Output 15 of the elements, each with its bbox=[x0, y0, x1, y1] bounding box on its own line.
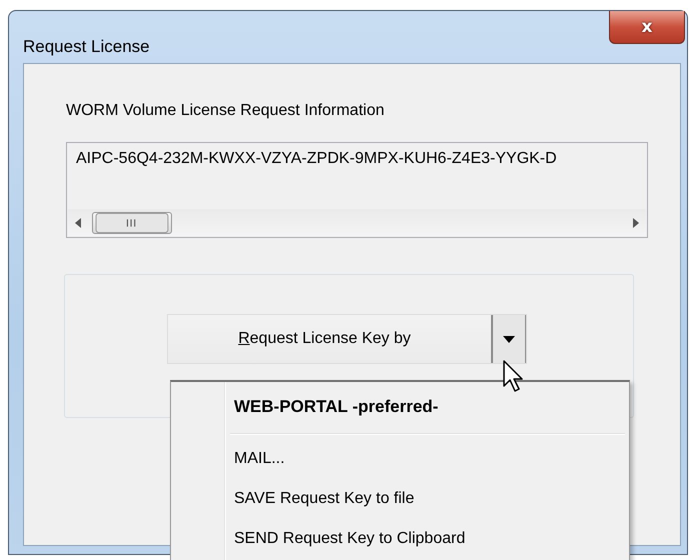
split-button[interactable]: Request License Key by bbox=[167, 314, 527, 364]
scroll-right-icon[interactable] bbox=[632, 218, 640, 228]
request-key-field[interactable]: AIPC-56Q4-232M-KWXX-VZYA-ZPDK-9MPX-KUH6-Z4E3-YYGK-D bbox=[66, 142, 648, 238]
menu-item[interactable]: WEB-PORTAL -preferred- bbox=[174, 384, 625, 430]
scroll-thumb[interactable] bbox=[92, 212, 172, 234]
window-title: Request License bbox=[23, 37, 150, 57]
mouse-cursor-icon bbox=[503, 360, 525, 394]
menu-item[interactable]: SEND Request Key to Clipboard bbox=[174, 519, 625, 559]
menu-item[interactable]: SAVE Request Key to file bbox=[174, 479, 625, 519]
close-button[interactable]: x bbox=[609, 11, 685, 44]
menu-item[interactable]: MAIL... bbox=[174, 439, 625, 479]
scroll-left-icon[interactable] bbox=[74, 218, 82, 228]
caret-icon[interactable] bbox=[503, 336, 515, 342]
field-label: WORM Volume License Request Information bbox=[66, 102, 386, 120]
horizontal-scrollbar[interactable] bbox=[68, 209, 646, 236]
